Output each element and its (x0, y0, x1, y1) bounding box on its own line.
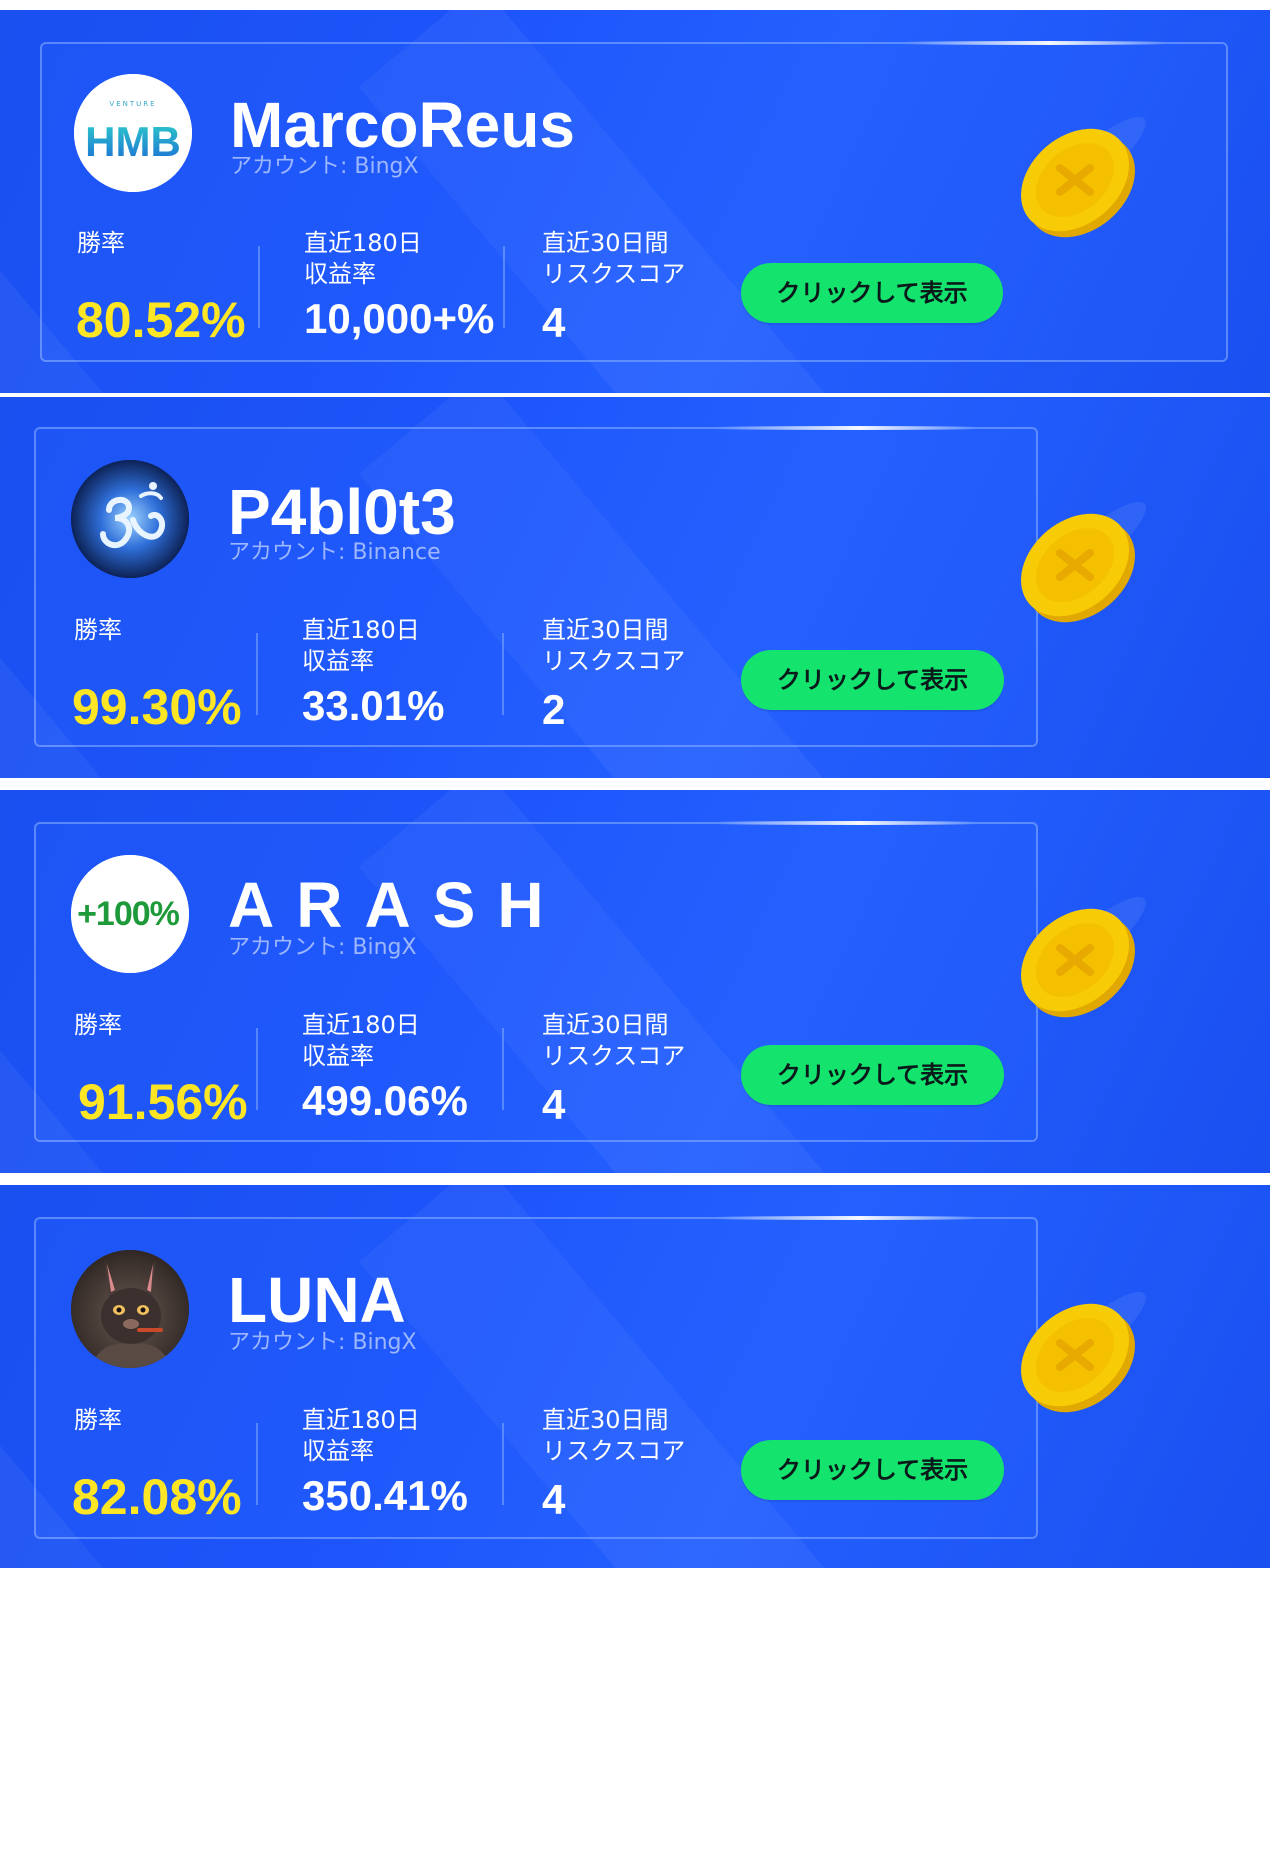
avatar-hmb-venture: VENTURE HMB (74, 74, 192, 192)
show-details-button[interactable]: クリックして表示 (741, 1045, 1004, 1105)
rabbit-character-icon (71, 1250, 189, 1368)
risk-score-value: 4 (542, 1081, 566, 1128)
show-details-button[interactable]: クリックして表示 (741, 650, 1004, 710)
profit-label-line1: 直近180日 (304, 229, 422, 257)
stat-divider (502, 633, 504, 715)
profit-180d-value: 350.41% (302, 1472, 468, 1519)
profit-label: 直近180日 収益率 (302, 1405, 420, 1467)
profit-label: 直近180日 収益率 (304, 228, 422, 290)
avatar-luna-rabbit (71, 1250, 189, 1368)
plus-100-badge: +100% (71, 855, 189, 973)
profit-label: 直近180日 収益率 (302, 1010, 420, 1072)
card-highlight (716, 426, 976, 430)
card-highlight (716, 1216, 976, 1220)
exchange-account: アカウント: BingX (228, 1330, 417, 1355)
win-rate-value: 80.52% (76, 292, 246, 348)
show-details-button[interactable]: クリックして表示 (741, 263, 1003, 323)
risk-label-line1: 直近30日間 (542, 1406, 669, 1434)
risk-score-value: 4 (542, 299, 566, 346)
risk-score-value: 4 (542, 1476, 566, 1523)
profit-label-line2: 収益率 (302, 1437, 374, 1465)
profit-label: 直近180日 収益率 (302, 615, 420, 677)
avatar-badge-text: +100% (77, 895, 180, 933)
risk-label-line2: リスクスコア (542, 1437, 686, 1465)
profit-label-line2: 収益率 (302, 647, 374, 675)
trader-name: LUNA (228, 1264, 406, 1336)
logo-text: HMB (85, 118, 181, 165)
hmb-venture-logo: VENTURE HMB (74, 74, 192, 192)
profit-label-line1: 直近180日 (302, 1011, 420, 1039)
profit-180d-value: 10,000+% (304, 295, 495, 342)
stat-divider (502, 1028, 504, 1110)
gold-coin-icon (1005, 882, 1165, 1032)
win-rate-value: 82.08% (72, 1469, 242, 1525)
risk-score-value: 2 (542, 686, 566, 733)
trader-panel-luna: LUNA アカウント: BingX 勝率 82.08% 直近180日 収益率 3… (0, 1185, 1270, 1568)
risk-label-line2: リスクスコア (542, 1042, 686, 1070)
risk-label-line1: 直近30日間 (542, 229, 669, 257)
profit-180d-value: 499.06% (302, 1077, 468, 1124)
profit-label-line1: 直近180日 (302, 1406, 420, 1434)
win-rate-label: 勝率 (74, 616, 122, 644)
exchange-account: アカウント: BingX (228, 935, 417, 960)
trader-name: ARASH (228, 869, 566, 941)
trader-name: P4bl0t3 (228, 476, 456, 548)
win-rate-label: 勝率 (74, 1011, 122, 1039)
trader-panel-arash: +100% ARASH アカウント: BingX 勝率 91.56% 直近180… (0, 790, 1270, 1173)
card-highlight (906, 41, 1166, 45)
stat-divider (256, 1028, 258, 1110)
profit-label-line2: 収益率 (302, 1042, 374, 1070)
gold-coin-icon (1005, 1277, 1165, 1427)
risk-label: 直近30日間 リスクスコア (542, 615, 685, 677)
profit-180d-value: 33.01% (302, 682, 445, 729)
avatar-om-symbol (71, 460, 189, 578)
stat-divider (258, 246, 260, 328)
avatar-plus-100: +100% (71, 855, 189, 973)
risk-label-line2: リスクスコア (542, 260, 686, 288)
om-symbol-icon (71, 460, 189, 578)
risk-label-line2: リスクスコア (542, 647, 686, 675)
trader-name: MarcoReus (230, 89, 575, 161)
win-rate-label: 勝率 (74, 1406, 122, 1434)
stat-divider (503, 246, 505, 328)
card-highlight (716, 821, 976, 825)
trader-panel-p4bl0t3: P4bl0t3 アカウント: Binance 勝率 99.30% 直近180日 … (0, 397, 1270, 778)
logo-small-text: VENTURE (109, 100, 156, 108)
trader-panel-marcoreus: VENTURE HMB MarcoReus アカウント: BingX 勝率 80… (0, 10, 1270, 393)
risk-label-line1: 直近30日間 (542, 1011, 669, 1039)
gold-coin-icon (1005, 102, 1165, 252)
show-details-button[interactable]: クリックして表示 (741, 1440, 1004, 1500)
risk-label-line1: 直近30日間 (542, 616, 669, 644)
risk-label: 直近30日間 リスクスコア (542, 1405, 685, 1467)
stat-divider (256, 1423, 258, 1505)
win-rate-value: 91.56% (78, 1074, 248, 1130)
risk-label: 直近30日間 リスクスコア (542, 1010, 685, 1072)
stat-divider (256, 633, 258, 715)
win-rate-value: 99.30% (72, 679, 242, 735)
exchange-account: アカウント: Binance (228, 540, 441, 565)
risk-label: 直近30日間 リスクスコア (542, 228, 685, 290)
gold-coin-icon (1005, 487, 1165, 637)
profit-label-line1: 直近180日 (302, 616, 420, 644)
win-rate-label: 勝率 (77, 229, 125, 257)
profit-label-line2: 収益率 (304, 260, 376, 288)
stat-divider (502, 1423, 504, 1505)
exchange-account: アカウント: BingX (230, 154, 419, 179)
